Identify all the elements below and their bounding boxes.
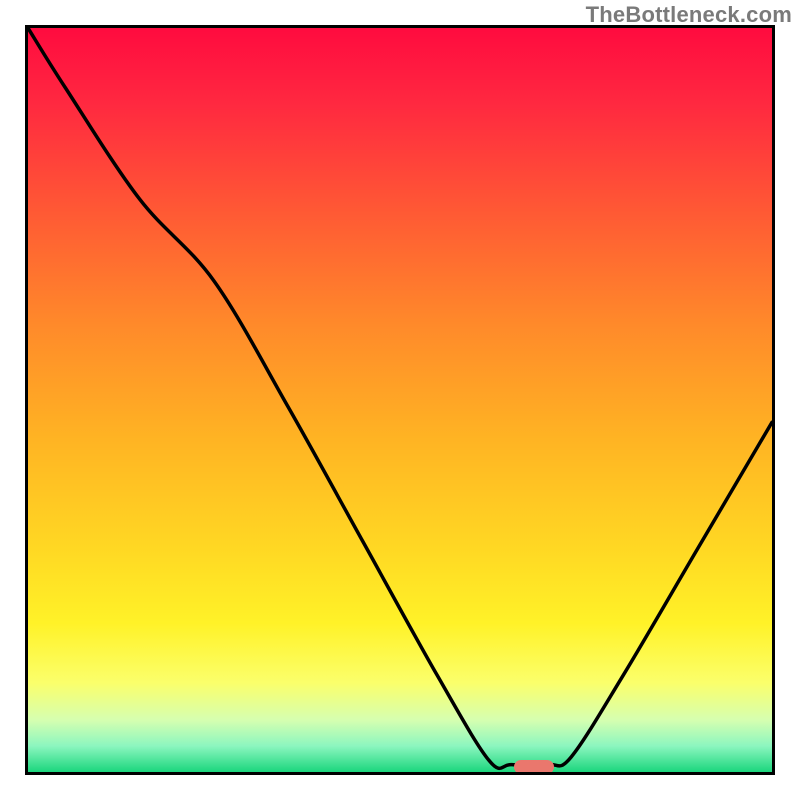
plot-area	[25, 25, 775, 775]
bottleneck-curve	[28, 28, 772, 768]
watermark-text: TheBottleneck.com	[586, 2, 792, 28]
curve-layer	[28, 28, 772, 772]
chart-frame: TheBottleneck.com	[0, 0, 800, 800]
optimal-marker	[514, 760, 554, 774]
